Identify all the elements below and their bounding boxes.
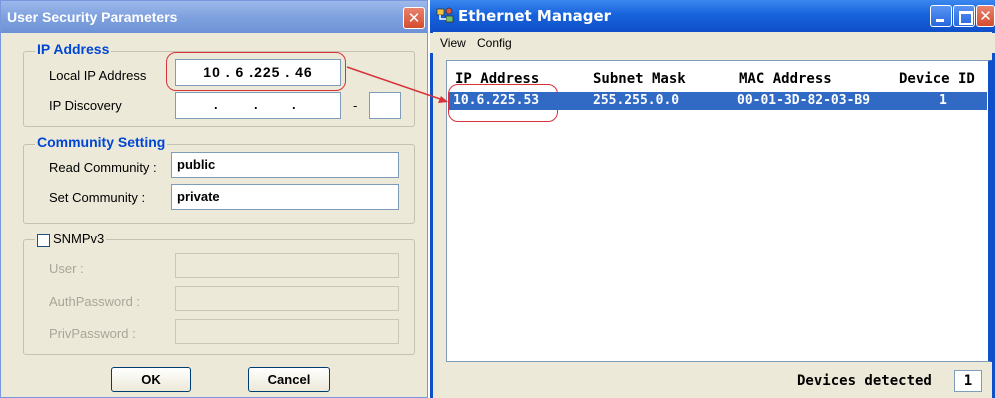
ip-discovery-dash: -	[353, 98, 358, 113]
menu-view[interactable]: View	[440, 36, 466, 50]
row-mac: 00-01-3D-82-03-B9	[737, 93, 871, 108]
priv-password-input[interactable]	[175, 319, 399, 344]
close-icon[interactable]: ✕	[976, 5, 995, 27]
devices-detected-label: Devices detected	[797, 373, 932, 389]
menu-bar: View Config	[430, 33, 995, 53]
set-community-label: Set Community :	[49, 190, 146, 205]
dialog-title: User Security Parameters	[7, 9, 178, 25]
column-header-mac[interactable]: MAC Address	[739, 71, 832, 87]
user-label: User :	[49, 261, 84, 276]
annotation-oval-device-ip	[448, 84, 558, 122]
auth-password-input[interactable]	[175, 286, 399, 311]
user-input[interactable]	[175, 253, 399, 278]
maximize-icon[interactable]	[953, 5, 975, 27]
set-community-input[interactable]: private	[171, 184, 399, 210]
row-device-id: 1	[939, 93, 947, 108]
read-community-input[interactable]: public	[171, 152, 399, 178]
ip-discovery-label: IP Discovery	[49, 98, 122, 113]
ethernet-manager-icon	[436, 7, 454, 23]
dialog-title-bar[interactable]: User Security Parameters ✕	[1, 1, 427, 33]
priv-password-label: PrivPassword :	[49, 326, 136, 341]
menu-config[interactable]: Config	[477, 36, 512, 50]
window-border-left	[430, 32, 433, 398]
ip-discovery-range-field[interactable]	[369, 92, 401, 119]
cancel-button[interactable]: Cancel	[248, 367, 330, 392]
ip-address-legend: IP Address	[35, 41, 112, 57]
snmpv3-checkbox[interactable]	[37, 234, 50, 247]
row-subnet: 255.255.0.0	[593, 93, 680, 108]
community-setting-legend: Community Setting	[35, 134, 168, 150]
auth-password-label: AuthPassword :	[49, 294, 141, 309]
local-ip-label: Local IP Address	[49, 68, 147, 83]
manager-title-bar[interactable]: Ethernet Manager ✕	[430, 0, 995, 32]
devices-detected-count: 1	[954, 370, 982, 392]
manager-title: Ethernet Manager	[458, 7, 612, 25]
annotation-oval-local-ip	[166, 52, 346, 91]
column-header-subnet[interactable]: Subnet Mask	[593, 71, 686, 87]
ethernet-manager-window: Ethernet Manager ✕ View Config IP Addres…	[430, 0, 995, 398]
read-community-label: Read Community :	[49, 160, 157, 175]
ip-discovery-field[interactable]: ...	[175, 92, 341, 119]
close-icon[interactable]: ✕	[403, 7, 425, 29]
snmpv3-legend: SNMPv3	[53, 231, 105, 246]
column-header-device-id[interactable]: Device ID	[899, 71, 975, 87]
minimize-icon[interactable]	[930, 5, 952, 27]
ok-button[interactable]: OK	[111, 367, 191, 392]
